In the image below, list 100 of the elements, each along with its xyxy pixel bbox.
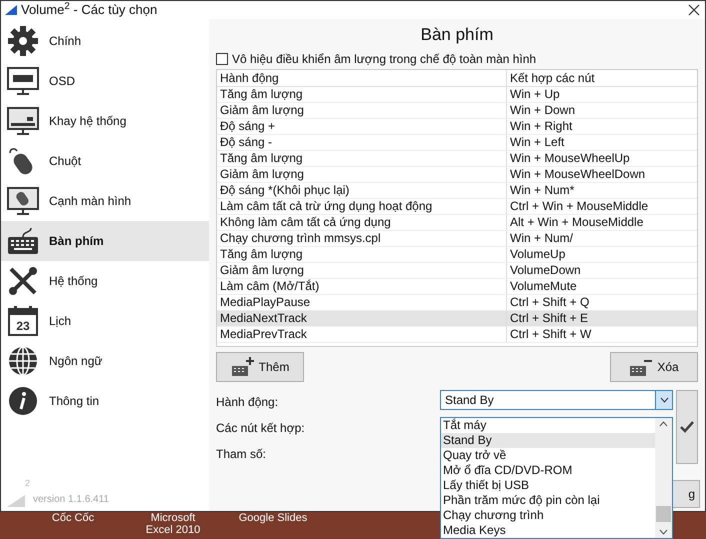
keyboard-remove-icon [629,357,654,377]
table-cell-text: VolumeMute [509,279,578,294]
table-row[interactable]: Làm câm (Mở/Tắt) VolumeMute [217,279,697,295]
logo-mark: 2 [25,477,30,490]
table-row[interactable]: Độ sáng *(Khôi phục lại) Win + Num* [217,183,697,199]
monitor-icon [7,185,39,217]
scrollbar[interactable] [655,418,672,538]
scroll-up-icon[interactable] [659,421,668,427]
dropdown-option[interactable]: Phần trăm mức độ pin còn lại [441,493,655,508]
form-label: Tham số: [216,446,268,462]
table-cell-text: Win + MouseWheelDown [509,167,646,182]
table-row[interactable]: Độ sáng + Win + Right [217,119,697,135]
checkbox[interactable] [216,53,228,65]
table-cell-text: Win + Num/ [509,231,574,246]
desktop-icon-label[interactable]: Cốc Cốc [38,512,108,536]
tools-icon [7,265,39,297]
logo-icon [7,495,25,507]
desktop-icon-label[interactable]: Microsoft Excel 2010 [138,512,208,536]
checkmark-icon [680,421,694,433]
table-row[interactable]: Tăng âm lượng VolumeUp [217,247,697,263]
table-cell-text: Ctrl + Win + MouseMiddle [509,199,650,214]
sidebar-item[interactable]: Cạnh màn hình [1,181,209,221]
globe-icon [7,345,39,377]
form-label: Hành động: [216,394,280,410]
table-cell: Không làm câm tất cả ứng dụng [217,215,507,230]
table-cell: Độ sáng *(Khôi phục lại) [217,183,507,198]
table-cell: Tăng âm lượng [217,87,507,102]
scroll-down-icon[interactable] [659,529,668,535]
table-cell-text: VolumeDown [509,263,582,278]
gear-icon [7,25,39,57]
table-row[interactable]: Tăng âm lượng Win + MouseWheelUp [217,151,697,167]
table-cell-text: Win + Num* [509,183,576,198]
keyboard-icon [7,225,39,257]
table-row[interactable]: Độ sáng - Win + Left [217,135,697,151]
keyboard-add-icon [230,357,255,377]
action-dropdown[interactable]: Stand By [440,390,673,410]
delete-button[interactable]: Xóa [610,352,698,382]
desktop-icon-label[interactable]: Google Slides [238,512,308,536]
partially-hidden-button[interactable]: g [670,480,700,508]
table-cell: Độ sáng - [217,135,507,150]
version-text: version 1.1.6.411 [33,493,109,507]
sidebar-item[interactable]: OSD [1,61,209,101]
sidebar-item[interactable]: Bàn phím [1,221,209,261]
table-cell: Độ sáng + [217,119,507,134]
table-cell-text: VolumeUp [509,247,566,262]
checkbox-label: Vô hiệu điều khiển âm lượng trong chế độ toàn màn hình [232,51,536,68]
table-cell: Giảm âm lượng [217,103,507,118]
table-row[interactable]: Tăng âm lượng Win + Up [217,87,697,103]
table-row[interactable]: Chạy chương trình mmsys.cpl Win + Num/ [217,231,697,247]
form-label: Các nút kết hợp: [216,420,306,436]
table-cell-text: Ctrl + Shift + W [509,327,592,342]
dropdown-option[interactable]: Media Keys [441,523,655,538]
dropdown-option[interactable]: Tắt máy [441,418,655,433]
sidebar-item[interactable]: 23 Lịch [1,301,209,341]
sidebar-item[interactable]: Hệ thống [1,261,209,301]
dropdown-option[interactable]: Stand By [441,433,655,448]
table-cell: MediaPrevTrack [217,327,507,342]
panel-heading: Bàn phím [420,24,494,46]
column-header[interactable]: Hành động [217,70,507,86]
table-row[interactable]: Không làm câm tất cả ứng dụng Alt + Win + MouseMiddle [217,215,697,231]
table-cell-text: Win + Left [509,135,566,150]
column-header[interactable]: Kết hợp các nút [507,70,697,86]
table-cell: Làm câm (Mở/Tắt) [217,279,507,294]
table-row[interactable]: Làm câm tất cả trừ ứng dụng hoạt động Ctrl + Win + MouseMiddle [217,199,697,215]
sidebar-item[interactable]: Ngôn ngữ [1,341,209,381]
sidebar-item[interactable]: Thông tin [1,381,209,421]
table-cell: Chạy chương trình mmsys.cpl [217,231,507,246]
calendar-icon: 23 [7,305,39,337]
table-cell-text: Win + MouseWheelUp [509,151,631,166]
confirm-button[interactable] [676,390,698,464]
table-row[interactable]: Giảm âm lượng Win + Down [217,103,697,119]
dropdown-option[interactable]: Lấy thiết bị USB [441,478,655,493]
table-cell: Làm câm tất cả trừ ứng dụng hoạt động [217,199,507,214]
dropdown-option[interactable]: Quay trở về [441,448,655,463]
add-button[interactable]: Thêm [216,352,304,382]
table-cell: Tăng âm lượng [217,151,507,166]
table-cell: Giảm âm lượng [217,167,507,182]
table-row[interactable]: MediaPrevTrack Ctrl + Shift + W [217,327,697,343]
monitor-icon [7,105,39,137]
table-cell-text: Win + Up [509,87,561,102]
info-icon [7,385,39,417]
table-cell-text: Ctrl + Shift + Q [509,295,590,310]
dropdown-option[interactable]: Chạy chương trình [441,508,655,523]
window-title: Volume$^{2}$ - Các tùy chọn [21,0,158,20]
table-cell: Tăng âm lượng [217,247,507,262]
sidebar-item[interactable]: Chính [1,21,209,61]
table-cell-text: Win + Down [509,103,576,118]
table-cell: MediaPlayPause [217,295,507,310]
table-cell: Giảm âm lượng [217,263,507,278]
dropdown-option[interactable]: Mở ổ đĩa CD/DVD-ROM [441,463,655,478]
chevron-down-icon [655,391,672,409]
table-row[interactable]: Giảm âm lượng VolumeDown [217,263,697,279]
table-cell-text: Win + Right [509,119,574,134]
sidebar-item[interactable]: Chuột [1,141,209,181]
sidebar-item[interactable]: Khay hệ thống [1,101,209,141]
table-row[interactable]: Giảm âm lượng Win + MouseWheelDown [217,167,697,183]
scrollbar-thumb[interactable] [656,506,671,522]
monitor-icon [7,65,39,97]
table-row[interactable]: MediaNextTrack Ctrl + Shift + E [217,311,697,327]
table-cell: MediaNextTrack [217,311,507,326]
